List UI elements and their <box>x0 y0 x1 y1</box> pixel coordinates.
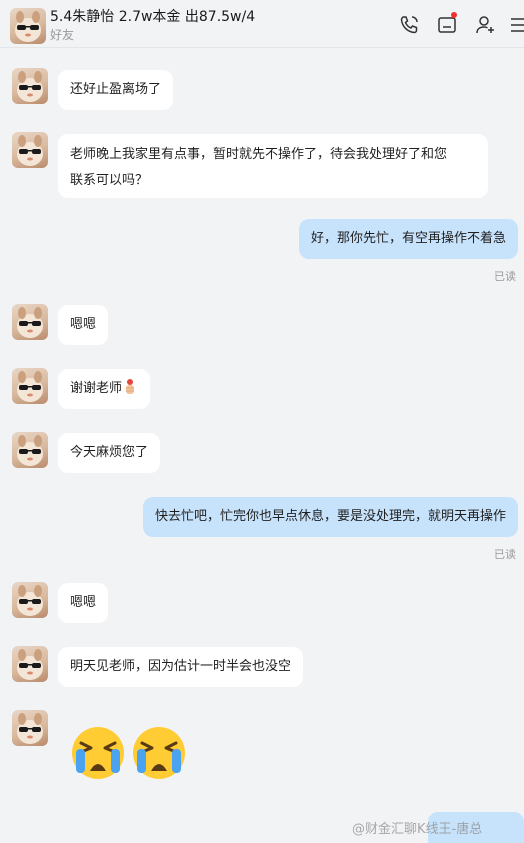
chat-header: 5.4朱静怡 2.7w本金 出87.5w/4 好友 <box>0 0 524 48</box>
message-bubble[interactable]: 今天麻烦您了 <box>58 433 161 473</box>
contact-avatar[interactable] <box>12 68 48 104</box>
contact-avatar[interactable] <box>12 132 48 168</box>
message-bubble[interactable]: 嗯嗯 <box>58 305 109 345</box>
chat-title: 5.4朱静怡 2.7w本金 出87.5w/4 <box>50 9 256 25</box>
chat-subtitle: 好友 <box>50 28 75 42</box>
thanks-fist-icon <box>122 378 138 396</box>
contact-avatar[interactable] <box>12 646 48 682</box>
read-status: 已读 <box>494 548 516 561</box>
read-status: 已读 <box>494 270 516 283</box>
message-bubble-outgoing[interactable]: 好，那你先忙，有空再操作不着急 <box>298 219 518 259</box>
message-bubble[interactable]: 老师晚上我家里有点事，暂时就先不操作了，待会我处理好了和您 联系可以吗？ <box>58 134 488 198</box>
message-bubble[interactable]: 嗯嗯 <box>58 583 109 623</box>
folder-icon[interactable] <box>436 12 458 36</box>
message-line: 老师晚上我家里有点事，暂时就先不操作了，待会我处理好了和您 <box>70 147 448 162</box>
contact-avatar[interactable] <box>10 8 46 44</box>
message-bubble[interactable]: 明天见老师，因为估计一时半会也没空 <box>58 647 304 687</box>
contact-avatar[interactable] <box>12 710 48 746</box>
message-line: 联系可以吗？ <box>70 173 149 188</box>
contact-avatar[interactable] <box>12 432 48 468</box>
message-text: 谢谢老师 <box>70 381 123 396</box>
add-friend-icon[interactable] <box>474 14 496 36</box>
message-bubble[interactable]: 谢谢老师 <box>58 369 151 409</box>
watermark: @财金汇聊K线王-唐总 <box>352 822 483 837</box>
message-bubble[interactable]: 还好止盈离场了 <box>58 70 174 110</box>
more-icon[interactable] <box>508 14 524 36</box>
notification-dot <box>451 12 457 18</box>
contact-avatar[interactable] <box>12 304 48 340</box>
crying-face-icon[interactable] <box>131 723 187 779</box>
phone-icon[interactable] <box>398 14 420 36</box>
message-bubble-outgoing[interactable]: 快去忙吧，忙完你也早点休息，要是没处理完，就明天再操作 <box>142 497 518 537</box>
contact-avatar[interactable] <box>12 368 48 404</box>
crying-face-icon[interactable] <box>70 723 126 779</box>
contact-avatar[interactable] <box>12 582 48 618</box>
